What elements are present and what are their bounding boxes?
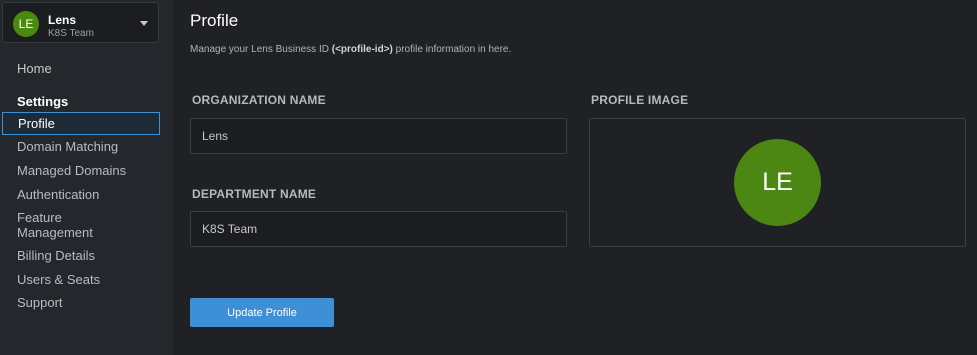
org-name-input[interactable]	[190, 118, 567, 154]
org-avatar: LE	[13, 11, 39, 37]
org-name-label: ORGANIZATION NAME	[192, 93, 326, 107]
profile-image-box[interactable]: LE	[589, 118, 966, 247]
dept-name-input[interactable]	[190, 211, 567, 247]
main-content: Profile Manage your Lens Business ID (<p…	[176, 0, 977, 355]
sidebar-item-support[interactable]: Support	[17, 295, 63, 310]
profile-image-label: PROFILE IMAGE	[591, 93, 689, 107]
profile-avatar: LE	[734, 139, 821, 226]
nav-section-settings: Settings	[17, 94, 69, 109]
org-switcher[interactable]: LE Lens K8S Team	[2, 2, 159, 43]
sidebar-item-managed-domains[interactable]: Managed Domains	[17, 163, 126, 178]
dept-name-label: DEPARTMENT NAME	[192, 187, 317, 201]
sidebar-item-billing-details[interactable]: Billing Details	[17, 248, 95, 263]
sidebar-item-profile[interactable]: Profile	[2, 112, 160, 135]
org-team: K8S Team	[48, 28, 94, 39]
update-profile-button[interactable]: Update Profile	[190, 298, 334, 327]
page-title: Profile	[190, 11, 239, 30]
page-subtitle: Manage your Lens Business ID (<profile-i…	[190, 44, 511, 55]
caret-down-icon	[140, 21, 148, 26]
sidebar-item-feature-management[interactable]: Feature Management	[17, 210, 137, 240]
profile-id: (<profile-id>)	[331, 44, 393, 55]
sidebar: LE Lens K8S Team Home Settings Profile D…	[0, 0, 175, 355]
sidebar-item-domain-matching[interactable]: Domain Matching	[17, 139, 118, 154]
sidebar-item-authentication[interactable]: Authentication	[17, 187, 99, 202]
nav-home[interactable]: Home	[17, 61, 52, 76]
subtitle-suffix: profile information in here.	[392, 44, 512, 55]
sidebar-item-users-seats[interactable]: Users & Seats	[17, 272, 100, 287]
subtitle-prefix: Manage your Lens Business ID	[190, 44, 332, 55]
org-name: Lens	[48, 13, 77, 27]
